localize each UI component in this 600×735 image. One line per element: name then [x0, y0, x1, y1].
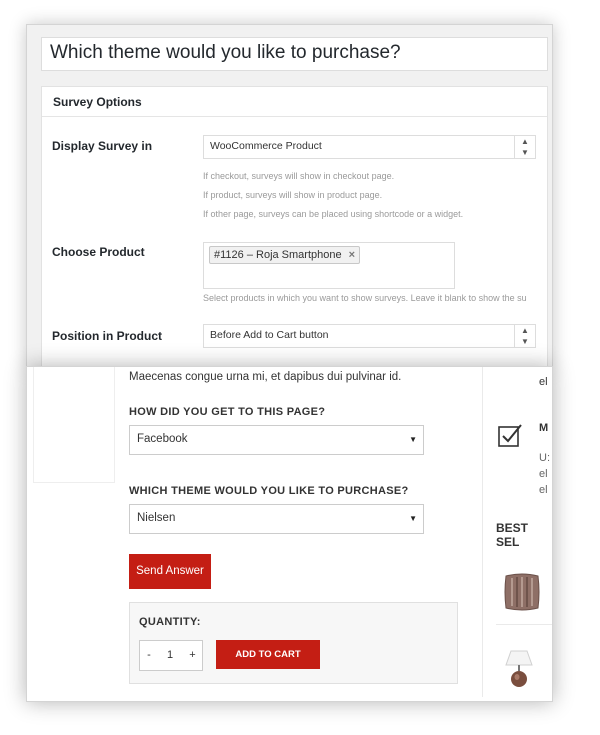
checkbox-check-icon [498, 424, 522, 447]
lamp-product-image[interactable] [503, 649, 535, 689]
product-thumbnail[interactable] [33, 367, 115, 483]
survey-options-header: Survey Options [42, 87, 547, 117]
choose-product-field[interactable]: #1126 – Roja Smartphone × [203, 242, 455, 289]
position-label: Position in Product [52, 329, 162, 343]
select-arrows-icon: ▲ ▼ [514, 325, 535, 347]
dropdown-caret-icon: ▼ [409, 514, 417, 523]
quantity-minus-button[interactable]: - [139, 640, 159, 671]
question1-select[interactable]: Facebook ▼ [129, 425, 424, 455]
display-survey-value: WooCommerce Product [210, 140, 322, 152]
position-value: Before Add to Cart button [210, 329, 329, 341]
best-sellers-heading: BEST SEL [496, 521, 529, 549]
admin-panel: Which theme would you like to purchase? … [26, 24, 553, 370]
question1-value: Facebook [137, 433, 188, 445]
add-to-cart-button[interactable]: ADD TO CART [216, 640, 320, 669]
choose-product-hint: Select products in which you want to sho… [203, 293, 527, 303]
quantity-box: QUANTITY: - 1 + ADD TO CART [129, 602, 458, 684]
survey-options-title: Survey Options [53, 95, 142, 109]
survey-options-box: Survey Options Display Survey in WooComm… [41, 86, 548, 369]
send-answer-button[interactable]: Send Answer [129, 554, 211, 589]
sidebar-feature-title: M [539, 422, 549, 434]
display-survey-select[interactable]: WooCommerce Product ▲ ▼ [203, 135, 536, 159]
sidebar-text-fragment: U: [539, 452, 550, 464]
question2-label: WHICH THEME WOULD YOU LIKE TO PURCHASE? [129, 485, 409, 497]
question2-select[interactable]: Nielsen ▼ [129, 504, 424, 534]
product-tag: #1126 – Roja Smartphone × [209, 246, 361, 264]
survey-title-input[interactable]: Which theme would you like to purchase? [41, 37, 548, 71]
quantity-plus-button[interactable]: + [183, 640, 203, 671]
pillow-product-image[interactable] [503, 572, 541, 612]
display-survey-hint-other: If other page, surveys can be placed usi… [203, 209, 464, 219]
display-survey-hint-product: If product, surveys will show in product… [203, 190, 383, 200]
survey-title-text: Which theme would you like to purchase? [50, 42, 401, 63]
product-tag-label: #1126 – Roja Smartphone [214, 249, 342, 261]
select-arrows-icon: ▲ ▼ [514, 136, 535, 158]
question1-label: HOW DID YOU GET TO THIS PAGE? [129, 406, 326, 418]
sidebar-text-fragment: el [539, 468, 548, 480]
quantity-input[interactable]: 1 [157, 640, 184, 671]
display-survey-label: Display Survey in [52, 139, 153, 153]
sidebar: el M U: el el BEST SEL [482, 367, 552, 697]
position-select[interactable]: Before Add to Cart button ▲ ▼ [203, 324, 536, 348]
dropdown-caret-icon: ▼ [409, 435, 417, 444]
remove-tag-icon[interactable]: × [349, 249, 355, 261]
quantity-label: QUANTITY: [139, 616, 201, 628]
choose-product-label: Choose Product [52, 245, 145, 259]
storefront-panel: Maecenas congue urna mi, et dapibus dui … [26, 366, 553, 702]
sidebar-text-fragment: el [539, 484, 548, 496]
product-page: Maecenas congue urna mi, et dapibus dui … [33, 367, 552, 697]
display-survey-hint-checkout: If checkout, surveys will show in checko… [203, 171, 395, 181]
product-description: Maecenas congue urna mi, et dapibus dui … [129, 371, 402, 383]
question2-value: Nielsen [137, 512, 176, 524]
sidebar-text-fragment: el [539, 376, 548, 388]
divider [496, 624, 552, 625]
